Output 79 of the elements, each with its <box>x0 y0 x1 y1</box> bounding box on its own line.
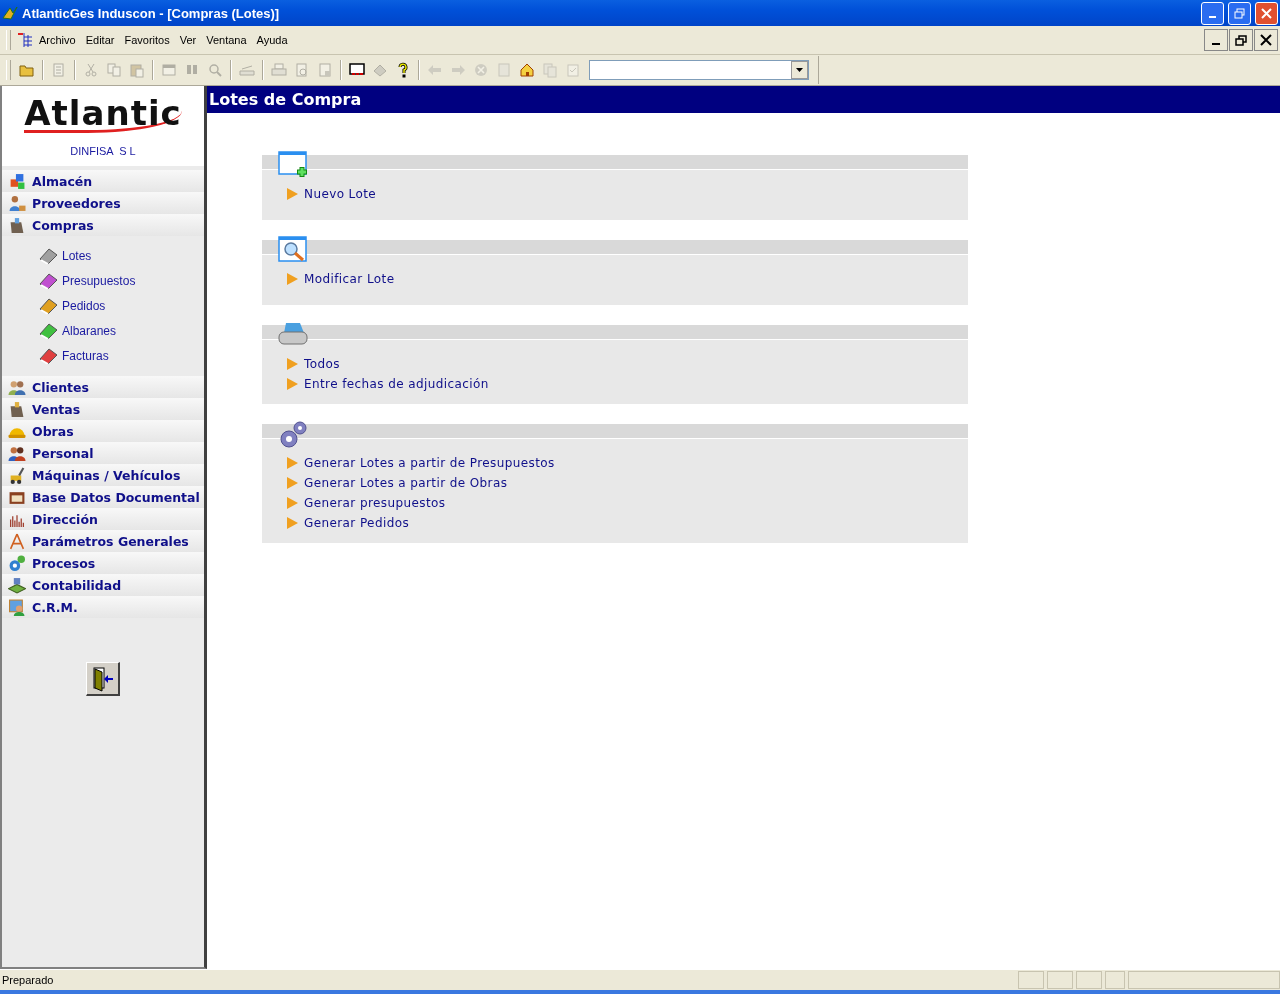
action-link[interactable]: Generar presupuestos <box>287 495 968 511</box>
close-button[interactable] <box>1254 29 1278 51</box>
address-dropdown[interactable] <box>589 60 809 80</box>
sidebar-item[interactable]: Compras <box>2 214 204 236</box>
sidebar-item[interactable]: Base Datos Documental <box>2 486 204 508</box>
door-arrow-icon <box>90 665 115 692</box>
app-icon <box>2 6 18 20</box>
menu-item[interactable]: Ayuda <box>252 32 292 48</box>
box-icon <box>8 400 26 418</box>
action-link[interactable]: Entre fechas de adjudicación <box>287 376 968 392</box>
sidebar-subitem[interactable]: Lotes <box>38 246 204 266</box>
box-icon <box>8 216 26 234</box>
triangle-icon <box>287 358 298 370</box>
menu-item[interactable]: Ventana <box>202 32 251 48</box>
minimize-icon <box>1209 16 1216 18</box>
sidebar-item[interactable]: Proveedores <box>2 192 204 214</box>
restore-icon <box>1235 34 1247 46</box>
triangle-icon <box>287 497 298 509</box>
sidebar-item[interactable]: Obras <box>2 420 204 442</box>
minimize-button[interactable] <box>1204 29 1228 51</box>
sidebar-item[interactable]: Personal <box>2 442 204 464</box>
restore-icon <box>1234 7 1245 19</box>
caret-icon <box>796 68 803 72</box>
status-pane <box>1018 971 1044 989</box>
sidebar-item[interactable]: Almacén <box>2 170 204 192</box>
menu-item[interactable]: Editar <box>81 32 119 48</box>
page-title: Lotes de Compra <box>207 86 1280 113</box>
triangle-icon <box>287 477 298 489</box>
gears-icon <box>8 554 26 572</box>
status-pane <box>1047 971 1073 989</box>
sidebar-item[interactable]: Procesos <box>2 552 204 574</box>
sidebar-item[interactable]: Parámetros Generales <box>2 530 204 552</box>
cubes-icon <box>8 172 26 190</box>
action-link[interactable]: Generar Lotes a partir de Presupuestos <box>287 455 968 471</box>
sidebar-subitem[interactable]: Pedidos <box>38 296 204 316</box>
sidebar-item[interactable]: Clientes <box>2 376 204 398</box>
triangle-icon <box>287 188 298 200</box>
close-icon <box>1260 34 1272 46</box>
action-link[interactable]: Generar Pedidos <box>287 515 968 531</box>
book-icon <box>38 297 58 315</box>
status-pane <box>1105 971 1125 989</box>
people-icon <box>8 378 26 396</box>
restore-button[interactable] <box>1229 29 1253 51</box>
action-link[interactable]: Generar Lotes a partir de Obras <box>287 475 968 491</box>
sidebar-item[interactable]: Máquinas / Vehículos <box>2 464 204 486</box>
tree-icon <box>17 32 33 48</box>
action-link[interactable]: Todos <box>287 356 968 372</box>
sidebar-subitem[interactable]: Albaranes <box>38 321 204 341</box>
excavator-icon <box>8 466 26 484</box>
status-text: Preparado <box>1 974 55 986</box>
sidebar-item[interactable]: C.R.M. <box>2 596 204 618</box>
close-icon <box>1261 7 1272 19</box>
minimize-icon <box>1212 43 1220 45</box>
sidebar-item[interactable]: Dirección <box>2 508 204 530</box>
sidebar-subitem[interactable]: Presupuestos <box>38 271 204 291</box>
book-icon <box>38 347 58 365</box>
logo: Atlantic <box>24 96 182 133</box>
people-icon <box>8 444 26 462</box>
sidebar-item[interactable]: Contabilidad <box>2 574 204 596</box>
window-title: AtlanticGes Induscon - [Compras (Lotes)] <box>22 5 281 21</box>
triangle-icon <box>287 517 298 529</box>
book-icon <box>38 247 58 265</box>
menu-item[interactable]: Archivo <box>35 32 80 48</box>
sidebar-item[interactable]: Ventas <box>2 398 204 420</box>
action-link[interactable]: Modificar Lote <box>287 271 968 287</box>
triangle-icon <box>287 457 298 469</box>
menu-item[interactable]: Ver <box>175 32 201 48</box>
exit-button[interactable] <box>86 662 120 696</box>
person-box-icon <box>8 194 26 212</box>
sidebar-subitem[interactable]: Facturas <box>38 346 204 366</box>
company-name: DINFISA S L <box>70 145 136 157</box>
book-icon <box>38 322 58 340</box>
triangle-icon <box>287 273 298 285</box>
menu-item[interactable]: Favoritos <box>120 32 174 48</box>
status-pane <box>1076 971 1102 989</box>
triangle-icon <box>287 378 298 390</box>
book-icon <box>38 272 58 290</box>
person-card-icon <box>8 598 26 616</box>
action-link[interactable]: Nuevo Lote <box>287 186 968 202</box>
